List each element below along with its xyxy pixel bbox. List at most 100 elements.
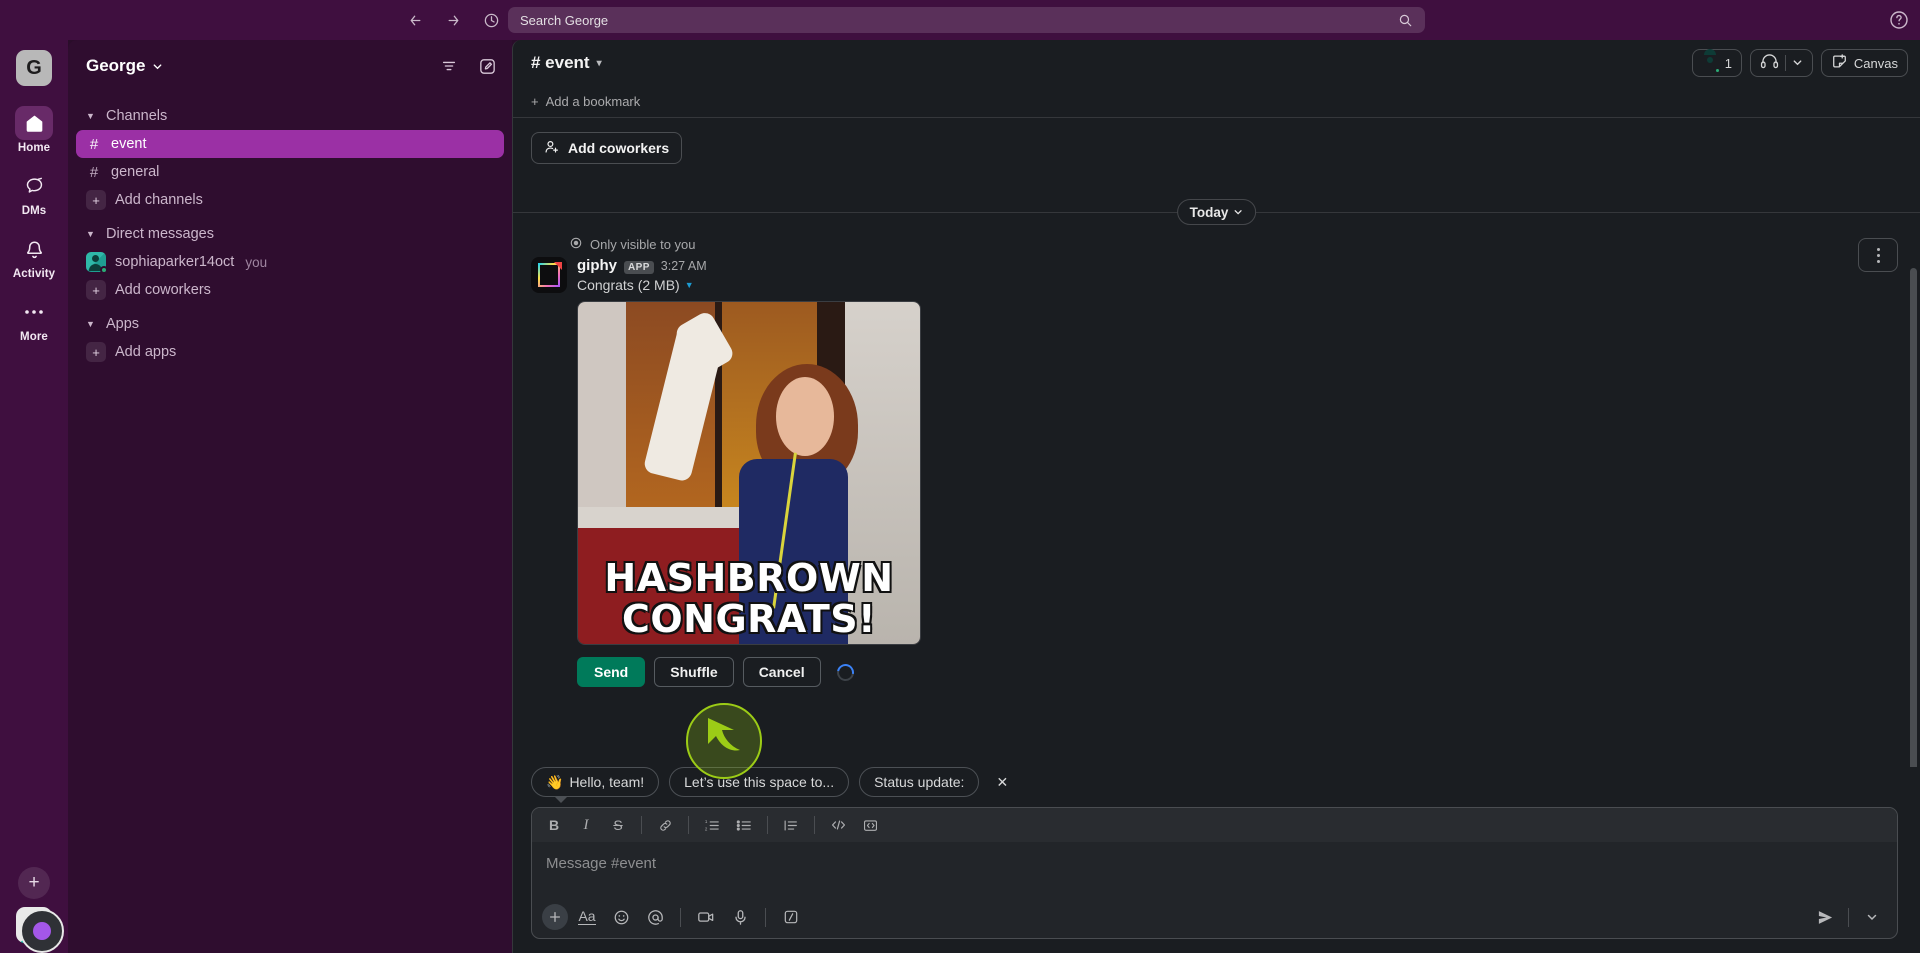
sidebar-section-channels[interactable]: ▼ Channels bbox=[76, 102, 504, 130]
suggestion-chip-status[interactable]: Status update: bbox=[859, 767, 980, 797]
message-timestamp[interactable]: 3:27 AM bbox=[661, 259, 707, 273]
members-button[interactable]: 1 bbox=[1691, 48, 1742, 77]
rail-item-home[interactable]: Home bbox=[7, 106, 61, 154]
add-bookmark-button[interactable]: + Add a bookmark bbox=[531, 94, 640, 109]
divider bbox=[814, 816, 815, 834]
main-panel: # event ▾ 1 Canvas + Add a bookmark Add … bbox=[512, 40, 1920, 953]
presence-indicator bbox=[100, 266, 108, 274]
dm-avatar bbox=[86, 252, 108, 274]
gif-caption-line2: CONGRATS! bbox=[621, 596, 877, 641]
microphone-icon[interactable] bbox=[725, 903, 755, 931]
huddle-button[interactable] bbox=[1749, 49, 1813, 77]
close-icon[interactable]: ✕ bbox=[991, 771, 1013, 793]
send-icon[interactable] bbox=[1810, 903, 1840, 931]
sidebar-item-add-apps[interactable]: + Add apps bbox=[76, 338, 504, 366]
home-icon bbox=[15, 106, 53, 140]
day-divider-pill[interactable]: Today bbox=[1176, 199, 1257, 225]
sidebar-item-add-channels[interactable]: + Add channels bbox=[76, 186, 504, 214]
day-divider: Today bbox=[513, 192, 1920, 232]
video-clip-icon[interactable] bbox=[691, 903, 721, 931]
mention-icon[interactable] bbox=[640, 903, 670, 931]
help-circle-icon[interactable] bbox=[1888, 9, 1910, 31]
strikethrough-icon[interactable]: S bbox=[604, 812, 632, 838]
message-row: giphy APP 3:27 AM Congrats (2 MB) ▼ HASH… bbox=[513, 257, 1920, 687]
sidebar-item-label: general bbox=[111, 164, 160, 180]
gif-action-bar: Send Shuffle Cancel bbox=[577, 657, 1920, 687]
kebab-menu-icon[interactable] bbox=[1858, 238, 1898, 272]
emoji-icon[interactable] bbox=[606, 903, 636, 931]
send-button[interactable]: Send bbox=[577, 657, 646, 687]
sidebar-section-direct-messages[interactable]: ▼ Direct messages bbox=[76, 220, 504, 248]
compose-icon[interactable] bbox=[476, 55, 498, 77]
suggestion-chips: 👋 Hello, team! Let’s use this space to..… bbox=[513, 767, 1920, 807]
section-label-apps: Apps bbox=[106, 316, 140, 332]
canvas-button[interactable]: Canvas bbox=[1820, 49, 1908, 77]
slash-command-icon[interactable] bbox=[776, 903, 806, 931]
sidebar-item-label: sophiaparker14oct bbox=[115, 254, 235, 270]
sidebar-item-general[interactable]: # general bbox=[76, 158, 504, 186]
channel-header-actions: 1 Canvas bbox=[1691, 48, 1908, 77]
ordered-list-icon[interactable]: 12 bbox=[698, 812, 726, 838]
code-icon[interactable] bbox=[824, 812, 852, 838]
formatting-aa-icon[interactable]: Aa bbox=[572, 903, 602, 931]
plus-icon: + bbox=[86, 190, 106, 210]
search-input[interactable]: Search George bbox=[508, 7, 1425, 33]
link-icon[interactable] bbox=[651, 812, 679, 838]
blockquote-icon[interactable] bbox=[777, 812, 805, 838]
gif-person-face bbox=[776, 377, 835, 456]
message-block: Only visible to you giphy APP 3:27 AM Co… bbox=[513, 232, 1920, 687]
gif-caption-line1: HASHBROWN bbox=[604, 555, 894, 600]
page-fold bbox=[554, 262, 562, 270]
chevron-down-icon: ▼ bbox=[86, 229, 95, 239]
message-scrollbar[interactable] bbox=[1910, 268, 1917, 767]
italic-icon[interactable]: I bbox=[572, 812, 600, 838]
channel-title[interactable]: # event ▾ bbox=[531, 53, 602, 73]
gif-preview[interactable]: HASHBROWN CONGRATS! bbox=[577, 301, 921, 645]
file-title[interactable]: Congrats (2 MB) ▼ bbox=[577, 277, 1920, 293]
suggestion-chip-hello[interactable]: 👋 Hello, team! bbox=[531, 767, 660, 803]
chevron-down-icon: ▾ bbox=[596, 57, 602, 69]
ephemeral-text: Only visible to you bbox=[590, 237, 696, 252]
chevron-down-icon: ▼ bbox=[86, 111, 95, 121]
filter-icon[interactable] bbox=[438, 55, 460, 77]
sidebar-item-sophiaparker14oct[interactable]: sophiaparker14oct you bbox=[76, 248, 504, 276]
workspace-switcher[interactable]: George bbox=[86, 56, 163, 76]
code-block-icon[interactable] bbox=[856, 812, 884, 838]
sidebar-section-apps[interactable]: ▼ Apps bbox=[76, 310, 504, 338]
add-coworkers-button[interactable]: Add coworkers bbox=[531, 132, 683, 164]
dot bbox=[1876, 247, 1880, 251]
person-add-icon bbox=[544, 139, 560, 158]
giphy-app-avatar[interactable] bbox=[531, 257, 567, 293]
chevron-down-icon[interactable] bbox=[1857, 903, 1887, 931]
workspace-badge[interactable]: G bbox=[16, 50, 52, 86]
dm-icon bbox=[15, 169, 53, 203]
arrow-left-icon[interactable] bbox=[405, 10, 425, 30]
sidebar-item-label: Add apps bbox=[115, 344, 177, 360]
rail-item-more[interactable]: More bbox=[7, 295, 61, 343]
suggestion-chip-space[interactable]: Let’s use this space to... bbox=[669, 767, 850, 797]
message-content: giphy APP 3:27 AM Congrats (2 MB) ▼ HASH… bbox=[577, 257, 1920, 687]
shuffle-button[interactable]: Shuffle bbox=[654, 657, 734, 687]
user-avatar[interactable] bbox=[16, 907, 64, 953]
create-new-button[interactable]: + bbox=[18, 867, 50, 899]
message-author[interactable]: giphy bbox=[577, 257, 617, 274]
add-coworkers-label: Add coworkers bbox=[568, 140, 670, 156]
arrow-right-icon[interactable] bbox=[443, 10, 463, 30]
sidebar-item-label: Add channels bbox=[115, 192, 203, 208]
bulleted-list-icon[interactable] bbox=[730, 812, 758, 838]
clock-icon[interactable] bbox=[481, 10, 501, 30]
sidebar-item-add-coworkers[interactable]: + Add coworkers bbox=[76, 276, 504, 304]
divider bbox=[1848, 907, 1849, 927]
channel-sidebar: George ▼ Channels # event # general + Ad… bbox=[68, 40, 512, 953]
message-input[interactable]: Message #event bbox=[532, 842, 1897, 896]
chevron-down-icon[interactable] bbox=[1792, 56, 1803, 71]
sidebar-item-event[interactable]: # event bbox=[76, 130, 504, 158]
attach-plus-icon[interactable] bbox=[542, 904, 568, 930]
rail-item-dms[interactable]: DMs bbox=[7, 169, 61, 217]
cancel-button[interactable]: Cancel bbox=[742, 657, 821, 687]
app-body: G Home DMs Activity More + George ▼ Chan… bbox=[0, 40, 1920, 953]
divider bbox=[1784, 55, 1786, 71]
bold-icon[interactable]: B bbox=[540, 812, 568, 838]
chevron-down-icon bbox=[1234, 210, 1242, 215]
rail-item-activity[interactable]: Activity bbox=[7, 232, 61, 280]
